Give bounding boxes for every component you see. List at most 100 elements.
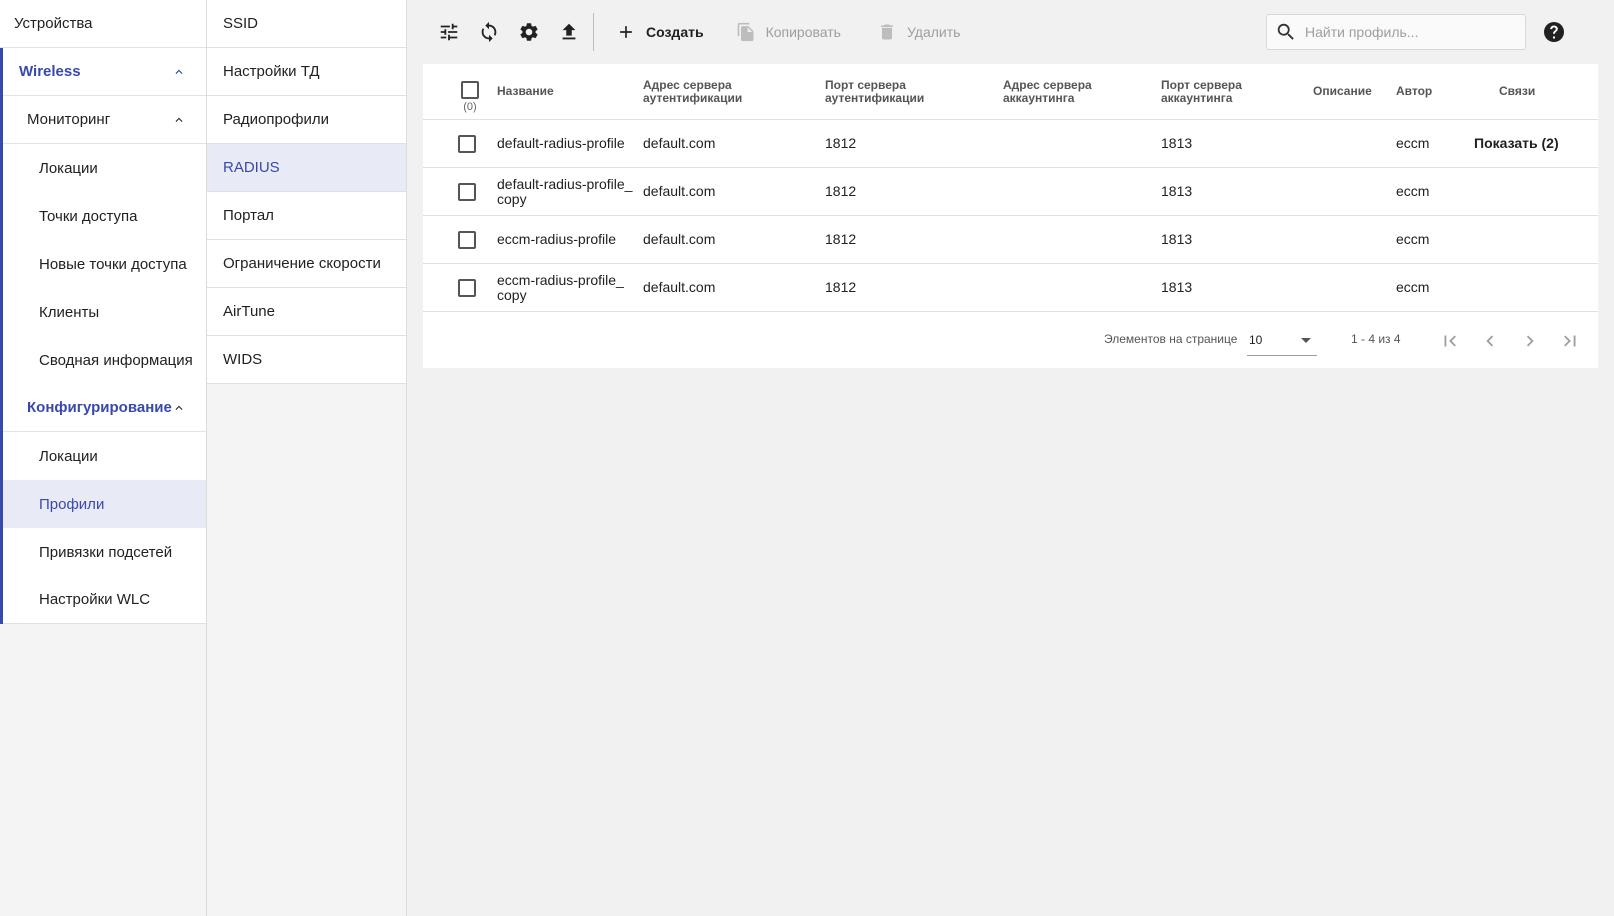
subnav-item-label: Портал (223, 207, 274, 224)
nav-item-label: Новые точки доступа (39, 255, 187, 273)
column-header-author[interactable]: Автор (1396, 64, 1456, 119)
first-page-button[interactable] (1433, 324, 1467, 358)
copy-button[interactable]: Копировать (726, 14, 851, 50)
nav-item-monitoring-locations[interactable]: Локации (3, 144, 206, 192)
row-checkbox[interactable] (458, 230, 476, 249)
filter-settings-icon[interactable] (429, 12, 469, 52)
chevron-up-icon[interactable] (172, 113, 186, 127)
plus-icon (620, 26, 632, 38)
search-box (1266, 14, 1526, 50)
help-icon[interactable] (1542, 20, 1566, 44)
selected-count: (0) (463, 101, 477, 113)
chevron-right-icon (1526, 335, 1534, 347)
refresh-icon[interactable] (469, 12, 509, 52)
page-size-value: 10 (1249, 333, 1263, 347)
select-all-checkbox[interactable] (461, 81, 479, 99)
column-header-name[interactable]: Название (497, 64, 637, 119)
nav-item-wireless[interactable]: Wireless (3, 48, 206, 96)
cell-name: default-radius-profile_ copy (497, 175, 633, 207)
table-row[interactable]: default-radius-profile_ copy default.com… (423, 168, 1598, 216)
subnav-item-label: Ограничение скорости (223, 255, 381, 272)
nav-item-label: Клиенты (39, 303, 100, 321)
subnav-item-ssid[interactable]: SSID (207, 0, 406, 48)
toolbar-divider (593, 13, 594, 51)
column-header-acct-address[interactable]: Адрес сервера аккаунтинга (1003, 64, 1153, 119)
subnav-item-rate-limit[interactable]: Ограничение скорости (207, 240, 406, 288)
show-links-link[interactable]: Показать (2) (1474, 120, 1559, 167)
subnav-item-airtune[interactable]: AirTune (207, 288, 406, 336)
table-row[interactable]: eccm-radius-profile_ copy default.com 18… (423, 264, 1598, 312)
create-button[interactable]: Создать (606, 14, 714, 50)
dropdown-arrow-icon (1301, 338, 1311, 343)
main-navigation: Устройства Wireless Мониторинг Локации Т… (0, 0, 207, 916)
cell-name: default-radius-profile (497, 135, 625, 151)
nav-item-monitoring[interactable]: Мониторинг (3, 96, 206, 144)
chevron-up-icon[interactable] (172, 65, 186, 79)
nav-item-clients[interactable]: Клиенты (3, 288, 206, 336)
column-header-auth-port[interactable]: Порт сервера аутентификации (825, 64, 975, 119)
search-input[interactable] (1305, 24, 1505, 40)
nav-item-label: Локации (39, 159, 98, 177)
row-checkbox[interactable] (458, 278, 476, 297)
subnav-item-radio-profiles[interactable]: Радиопрофили (207, 96, 406, 144)
cell-author: eccm (1396, 135, 1430, 151)
nav-item-new-access-points[interactable]: Новые точки доступа (3, 240, 206, 288)
previous-page-button[interactable] (1473, 324, 1507, 358)
table-row[interactable]: default-radius-profile default.com 1812 … (423, 120, 1598, 168)
nav-item-subnet-bindings[interactable]: Привязки подсетей (3, 528, 206, 576)
nav-item-label: Устройства (14, 15, 93, 32)
items-per-page-label: Элементов на странице (1104, 332, 1238, 346)
row-checkbox[interactable] (458, 182, 476, 201)
nav-item-label: Сводная информация (39, 351, 193, 369)
toolbar-icon-group (429, 12, 589, 52)
page-size-select[interactable]: 10 (1247, 326, 1317, 356)
select-all: (0) (458, 81, 482, 113)
row-checkbox[interactable] (458, 134, 476, 153)
upload-icon[interactable] (549, 12, 589, 52)
nav-item-devices[interactable]: Устройства (0, 0, 206, 48)
last-page-icon (1564, 335, 1576, 347)
last-page-button[interactable] (1553, 324, 1587, 358)
copy-button-label: Копировать (765, 24, 841, 40)
table-row[interactable]: eccm-radius-profile default.com 1812 181… (423, 216, 1598, 264)
table-header: (0) Название Адрес сервера аутентификаци… (423, 64, 1598, 120)
nav-item-summary[interactable]: Сводная информация (3, 336, 206, 384)
subnav-item-ap-settings[interactable]: Настройки ТД (207, 48, 406, 96)
nav-item-label: Настройки WLC (39, 591, 151, 608)
subnav-item-portal[interactable]: Портал (207, 192, 406, 240)
search-icon (1277, 23, 1294, 40)
cell-author: eccm (1396, 279, 1430, 295)
gear-icon[interactable] (509, 12, 549, 52)
nav-item-label: Локации (39, 447, 98, 465)
nav-item-config-locations[interactable]: Локации (3, 432, 206, 480)
nav-item-access-points[interactable]: Точки доступа (3, 192, 206, 240)
delete-button[interactable]: Удалить (867, 14, 970, 50)
subnav-item-label: WIDS (223, 351, 263, 368)
column-header-auth-address[interactable]: Адрес сервера аутентификации (643, 64, 793, 119)
nav-item-configuration[interactable]: Конфигурирование (3, 384, 206, 432)
first-page-icon (1444, 335, 1456, 347)
cell-auth-port: 1812 (825, 279, 857, 295)
cell-author: eccm (1396, 183, 1430, 199)
column-header-description[interactable]: Описание (1313, 64, 1393, 119)
cell-auth-address: default.com (643, 279, 716, 295)
copy-icon (737, 22, 754, 42)
trash-icon (881, 24, 893, 40)
nav-item-label: Мониторинг (27, 111, 111, 128)
nav-item-wlc-settings[interactable]: Настройки WLC (3, 576, 206, 624)
nav-item-profiles[interactable]: Профили (3, 480, 206, 528)
nav-group-wireless: Wireless Мониторинг Локации Точки доступ… (0, 48, 206, 624)
cell-name: eccm-radius-profile (497, 231, 617, 247)
cell-auth-port: 1812 (825, 183, 857, 199)
subnav-item-radius[interactable]: RADIUS (207, 144, 406, 192)
column-header-acct-port[interactable]: Порт сервера аккаунтинга (1161, 64, 1311, 119)
chevron-up-icon[interactable] (172, 401, 186, 415)
column-header-links: Связи (1499, 84, 1536, 98)
subnav-item-wids[interactable]: WIDS (207, 336, 406, 384)
profiles-subnavigation: SSID Настройки ТД Радиопрофили RADIUS По… (207, 0, 407, 916)
cell-auth-address: default.com (643, 135, 716, 151)
cell-acct-port: 1813 (1161, 183, 1193, 199)
subnav-item-label: Радиопрофили (223, 111, 329, 128)
delete-button-label: Удалить (906, 24, 961, 40)
next-page-button[interactable] (1513, 324, 1547, 358)
